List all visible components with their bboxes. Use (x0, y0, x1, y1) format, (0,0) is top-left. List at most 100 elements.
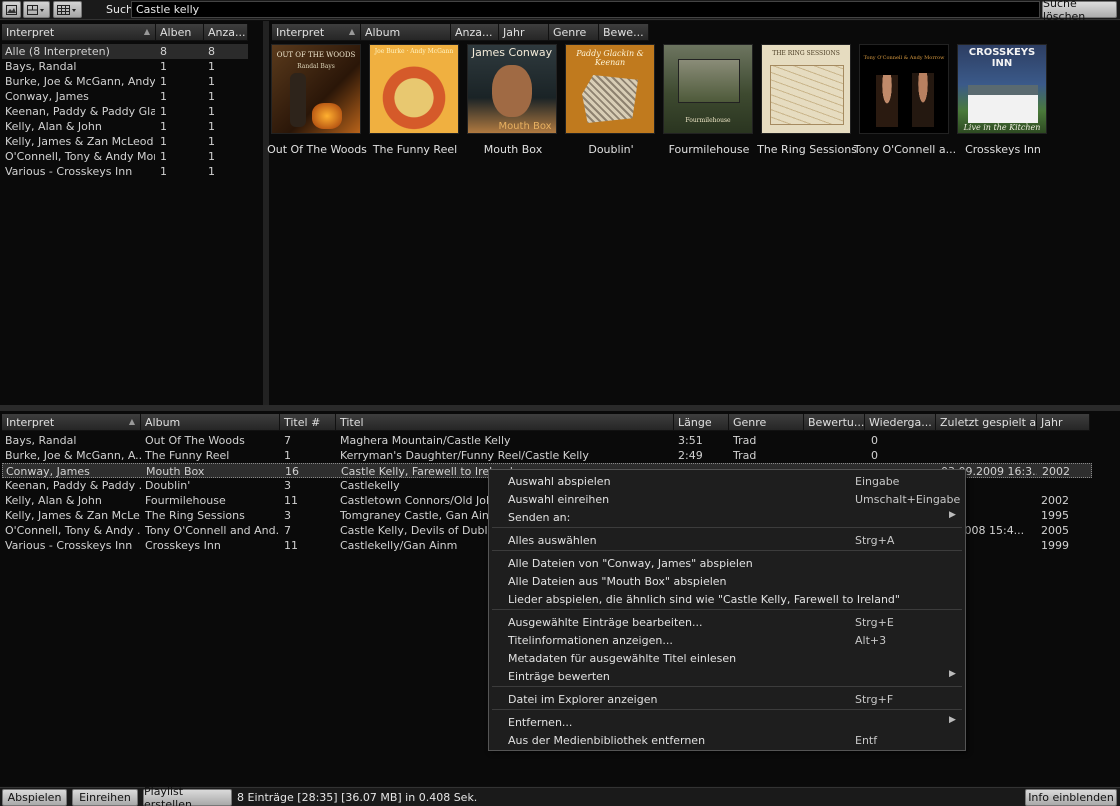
menu-item-label: Ausgewählte Einträge bearbeiten... (508, 616, 703, 629)
menu-item[interactable]: Alles auswählen Strg+A (489, 531, 965, 549)
artist-cell-albums: 1 (160, 150, 167, 163)
create-playlist-button[interactable]: Playlist erstellen (143, 785, 232, 806)
track-cell-artist: Kelly, James & Zan McLe... (5, 509, 141, 522)
artist-cell-albums: 1 (160, 135, 167, 148)
menu-item[interactable]: Titelinformationen anzeigen... Alt+3 (489, 631, 965, 649)
album-cover: THE RING SESSIONS (761, 44, 851, 134)
artist-row[interactable]: Bays, Randal 1 1 (2, 59, 248, 74)
album-cover: James Conway Mouth Box (467, 44, 557, 134)
album-title: Fourmilehouse (668, 143, 750, 156)
enqueue-button[interactable]: Einreihen (72, 789, 138, 806)
track-row[interactable]: Burke, Joe & McGann, A... The Funny Reel 1… (2, 448, 1092, 463)
artist-row[interactable]: Various - Crosskeys Inn 1 1 (2, 164, 248, 179)
artist-cell-count: 1 (208, 150, 215, 163)
track-cell-album: The Ring Sessions (145, 509, 245, 522)
tracks-header-length[interactable]: Länge (674, 414, 729, 431)
track-cell-artist: Kelly, Alan & John (5, 494, 102, 507)
artists-header-count[interactable]: Anza... (204, 24, 248, 41)
menu-item-label: Senden an: (508, 511, 571, 524)
artist-cell-name: Conway, James (5, 90, 89, 103)
artist-row[interactable]: Conway, James 1 1 (2, 89, 248, 104)
artist-row[interactable]: Alle (8 Interpreten) 8 8 (2, 44, 248, 59)
artist-cell-name: Kelly, Alan & John (5, 120, 102, 133)
menu-separator (492, 709, 962, 710)
artist-cell-albums: 1 (160, 165, 167, 178)
artist-cell-albums: 1 (160, 120, 167, 133)
albums-header-genre[interactable]: Genre (549, 24, 599, 41)
albums-header-count[interactable]: Anza... (451, 24, 499, 41)
play-button[interactable]: Abspielen (2, 789, 67, 806)
tracks-header-album[interactable]: Album (141, 414, 280, 431)
album-title: The Funny Reel (372, 143, 458, 156)
layout-icon[interactable] (23, 1, 50, 18)
artist-row[interactable]: Keenan, Paddy & Paddy Gla... 1 1 (2, 104, 248, 119)
artist-cell-count: 1 (208, 90, 215, 103)
status-text: 8 Einträge [28:35] [36.07 MB] in 0.408 S… (237, 791, 478, 804)
menu-item[interactable]: Aus der Medienbibliothek entfernen Entf (489, 731, 965, 749)
menu-item[interactable]: Alle Dateien aus "Mouth Box" abspielen (489, 572, 965, 590)
artist-row[interactable]: O'Connell, Tony & Andy Mor... 1 1 (2, 149, 248, 164)
artist-row[interactable]: Burke, Joe & McGann, Andy... 1 1 (2, 74, 248, 89)
tracks-header-playcount[interactable]: Wiederga... (865, 414, 936, 431)
tracks-header-year[interactable]: Jahr (1037, 414, 1090, 431)
menu-item[interactable]: Senden an: ▶ (489, 508, 965, 526)
menu-item[interactable]: Alle Dateien von "Conway, James" abspiel… (489, 554, 965, 572)
menu-item-label: Alle Dateien aus "Mouth Box" abspielen (508, 575, 727, 588)
menu-item[interactable]: Auswahl einreihen Umschalt+Eingabe (489, 490, 965, 508)
clear-search-button[interactable]: Suche löschen (1042, 0, 1117, 23)
submenu-arrow-icon: ▶ (949, 510, 956, 520)
bottom-bar: Abspielen Einreihen Playlist erstellen 8… (0, 785, 1120, 806)
track-cell-album: Crosskeys Inn (145, 539, 221, 552)
tracks-header-title[interactable]: Titel (336, 414, 674, 431)
artists-pane: Interpret ▲ Alben Anza... Alle (8 Interpr… (0, 21, 263, 405)
artist-cell-name: Kelly, James & Zan McLeod (5, 135, 154, 148)
track-cell-year: 2002 (1041, 494, 1069, 507)
menu-item[interactable]: Lieder abspielen, die ähnlich sind wie "… (489, 590, 965, 608)
tracks-header-genre[interactable]: Genre (729, 414, 804, 431)
menu-item[interactable]: Einträge bewerten ▶ (489, 667, 965, 685)
menu-item[interactable]: Metadaten für ausgewählte Titel einlesen (489, 649, 965, 667)
grid-icon[interactable] (53, 1, 82, 18)
tracks-header-artist[interactable]: Interpret ▲ (2, 414, 141, 431)
artists-header-artist[interactable]: Interpret ▲ (2, 24, 156, 41)
track-cell-album: Out Of The Woods (145, 434, 245, 447)
albums-header-rating[interactable]: Bewe... (599, 24, 649, 41)
artist-cell-albums: 1 (160, 105, 167, 118)
track-cell-genre: Trad (733, 434, 757, 447)
search-input[interactable] (131, 1, 1040, 18)
track-cell-num: 16 (285, 465, 299, 478)
albums-header-album[interactable]: Album (361, 24, 451, 41)
track-row[interactable]: Bays, Randal Out Of The Woods 7 Maghera Mou… (2, 433, 1092, 448)
track-cell-num: 7 (284, 524, 291, 537)
album-title: Doublin' (588, 143, 634, 156)
artist-row[interactable]: Kelly, James & Zan McLeod 1 1 (2, 134, 248, 149)
tracks-header-track-number[interactable]: Titel # (280, 414, 336, 431)
artist-cell-count: 8 (208, 45, 215, 58)
artist-cell-albums: 1 (160, 75, 167, 88)
menu-item[interactable]: Auswahl abspielen Eingabe (489, 472, 965, 490)
artist-row[interactable]: Kelly, Alan & John 1 1 (2, 119, 248, 134)
menu-item[interactable]: Datei im Explorer anzeigen Strg+F (489, 690, 965, 708)
menu-item-shortcut: Strg+E (855, 616, 894, 629)
menu-separator (492, 686, 962, 687)
albums-header-artist[interactable]: Interpret ▲ (272, 24, 361, 41)
menu-item[interactable]: Ausgewählte Einträge bearbeiten... Strg+E (489, 613, 965, 631)
show-info-button[interactable]: Info einblenden (1025, 789, 1117, 806)
sort-ascending-icon: ▲ (143, 27, 150, 36)
artist-cell-count: 1 (208, 75, 215, 88)
tracks-header-last-played[interactable]: Zuletzt gespielt am (936, 414, 1037, 431)
artist-cell-albums: 1 (160, 90, 167, 103)
track-cell-artist: Bays, Randal (5, 434, 77, 447)
tracks-header-rating[interactable]: Bewertu... (804, 414, 865, 431)
context-menu: Auswahl abspielen Eingabe Auswahl einreihe… (488, 469, 966, 751)
artist-cell-count: 1 (208, 60, 215, 73)
artists-header-albums[interactable]: Alben (156, 24, 204, 41)
track-cell-genre: Trad (733, 449, 757, 462)
artist-cell-name: Bays, Randal (5, 60, 77, 73)
image-view-icon[interactable] (2, 1, 21, 18)
track-cell-title: Maghera Mountain/Castle Kelly (340, 434, 511, 447)
track-cell-artist: Conway, James (6, 465, 90, 478)
menu-item-shortcut: Strg+A (855, 534, 895, 547)
albums-header-year[interactable]: Jahr (499, 24, 549, 41)
menu-item[interactable]: Entfernen... ▶ (489, 713, 965, 731)
